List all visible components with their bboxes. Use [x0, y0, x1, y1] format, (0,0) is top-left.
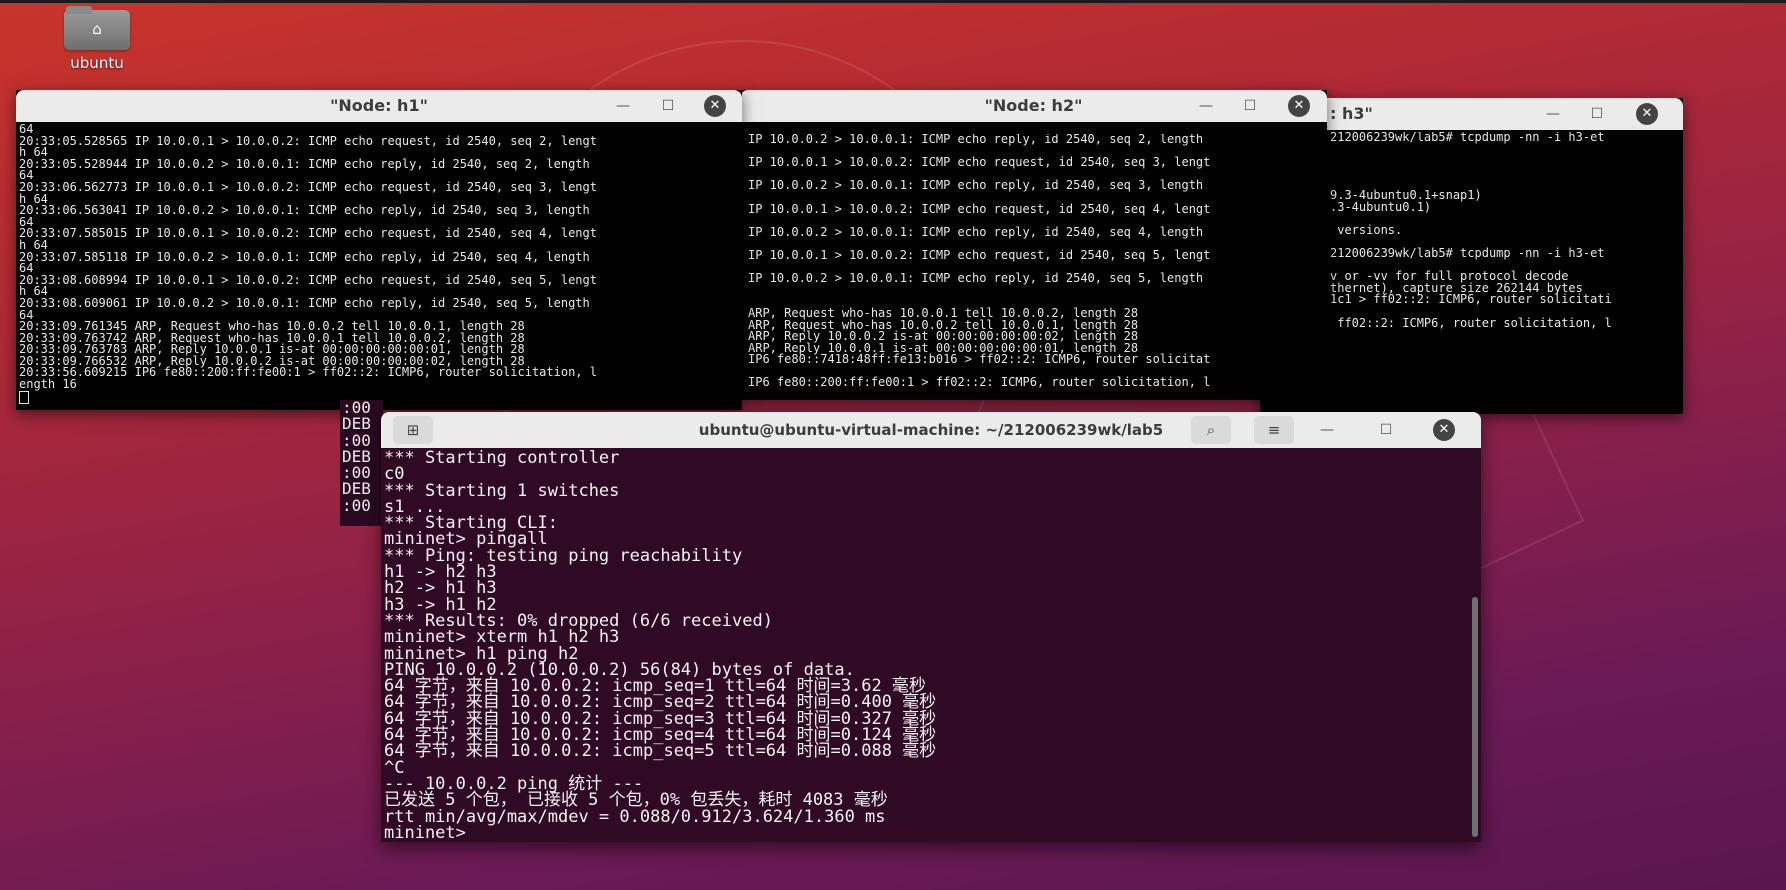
terminal-line: IP 10.0.0.2 > 10.0.0.1: ICMP echo reply,…	[748, 178, 1204, 193]
terminal-line: 20:33:07.585015 IP 10.0.0.1 > 10.0.0.2: …	[19, 226, 597, 241]
terminal-line: rtt min/avg/max/mdev = 0.088/0.912/3.624…	[384, 806, 886, 827]
terminal-line: IP 10.0.0.1 > 10.0.0.2: ICMP echo reques…	[748, 247, 1211, 262]
gnome-terminal-window[interactable]: ⊞ ubuntu@ubuntu-virtual-machine: ~/21200…	[381, 412, 1481, 842]
terminal-line: IP 10.0.0.2 > 10.0.0.1: ICMP echo reply,…	[748, 134, 1204, 146]
minimize-icon[interactable]: —	[612, 96, 634, 116]
desktop-home-label: ubuntu	[70, 54, 124, 72]
terminal-line: h2 -> h1 h3	[384, 578, 497, 599]
terminal-line: *** Starting controller	[384, 450, 620, 468]
close-icon[interactable]: ✕	[1288, 95, 1310, 117]
background-terminal-fragment: :00 DEB:00 DEB:00 DEB:00	[340, 400, 383, 526]
terminal-line: ength 16	[19, 377, 77, 392]
xterm-output-h1[interactable]: 64 20:33:05.528565 IP 10.0.0.1 > 10.0.0.2…	[19, 124, 739, 410]
terminal-line: 20:33:06.563041 IP 10.0.0.2 > 10.0.0.1: …	[19, 203, 590, 218]
maximize-icon[interactable]: ☐	[1239, 96, 1261, 116]
terminal-line: IP 10.0.0.1 > 10.0.0.2: ICMP echo reques…	[748, 155, 1211, 170]
terminal-line: IP6 fe80::200:ff:fe00:1 > ff02::2: ICMP6…	[748, 375, 1211, 390]
maximize-icon[interactable]: ☐	[1375, 420, 1397, 440]
terminal-line: .3-4ubuntu0.1)	[1330, 199, 1432, 214]
terminal-line: versions.	[1330, 222, 1403, 237]
terminal-line: IP 10.0.0.2 > 10.0.0.1: ICMP echo reply,…	[748, 224, 1204, 239]
home-icon: ⌂	[92, 20, 102, 38]
xterm-output-h2[interactable]: IP 10.0.0.2 > 10.0.0.1: ICMP echo reply,…	[748, 134, 1324, 400]
terminal-line: :00	[342, 495, 371, 515]
top-bar	[0, 0, 1786, 3]
terminal-line: mininet>	[384, 822, 477, 842]
xterm-titlebar-h1[interactable]: "Node: h1" — ☐ ✕	[16, 90, 742, 122]
xterm-window-h2[interactable]: "Node: h2" — ☐ ✕ IP 10.0.0.2 > 10.0.0.1:…	[740, 90, 1327, 400]
terminal-line: 1c1 > ff02::2: ICMP6, router solicitati	[1330, 292, 1612, 307]
terminal-line: 212006239wk/lab5# tcpdump -nn -i h3-et	[1330, 245, 1605, 260]
minimize-icon[interactable]: —	[1542, 104, 1564, 124]
maximize-icon[interactable]: ☐	[657, 96, 679, 116]
xterm-window-h1[interactable]: "Node: h1" — ☐ ✕ 64 20:33:05.528565 IP 10…	[16, 90, 742, 410]
terminal-line: IP 10.0.0.1 > 10.0.0.2: ICMP echo reques…	[748, 201, 1211, 216]
minimize-icon[interactable]: —	[1195, 96, 1217, 116]
xterm-output-h3[interactable]: 212006239wk/lab5# tcpdump -nn -i h3-et 9…	[1330, 132, 1680, 414]
terminal-line: 20:33:08.608994 IP 10.0.0.1 > 10.0.0.2: …	[19, 272, 597, 287]
xterm-titlebar-h2[interactable]: "Node: h2" — ☐ ✕	[740, 90, 1327, 122]
window-title: "Node: h2"	[984, 96, 1083, 115]
terminal-titlebar[interactable]: ⊞ ubuntu@ubuntu-virtual-machine: ~/21200…	[381, 412, 1481, 448]
terminal-line: IP6 fe80::7418:48ff:fe13:b016 > ff02::2:…	[748, 352, 1211, 367]
minimize-icon[interactable]: —	[1316, 420, 1338, 440]
terminal-line: 20:33:05.528565 IP 10.0.0.1 > 10.0.0.2: …	[19, 133, 597, 148]
terminal-line: 64 字节，来自 10.0.0.2: icmp_seq=5 ttl=64 时间=…	[384, 741, 937, 762]
terminal-line: h1 -> h2 h3	[384, 562, 497, 583]
maximize-icon[interactable]: ☐	[1586, 104, 1608, 124]
search-button[interactable]: ⌕	[1191, 416, 1231, 444]
folder-icon: ⌂	[64, 6, 130, 50]
terminal-line: *** Ping: testing ping reachability	[384, 545, 743, 566]
menu-button[interactable]: ≡	[1254, 416, 1294, 444]
hamburger-menu-icon: ≡	[1267, 421, 1281, 439]
window-title: "Node: h1"	[330, 96, 428, 115]
terminal-output[interactable]: *** Starting controller c0 *** Starting 1 …	[382, 450, 1469, 842]
search-icon: ⌕	[1206, 421, 1216, 439]
close-icon[interactable]: ✕	[704, 95, 726, 117]
terminal-line: ff02::2: ICMP6, router solicitation, l	[1330, 315, 1612, 330]
close-icon[interactable]: ✕	[1636, 103, 1658, 125]
window-title: : h3"	[1330, 104, 1373, 123]
terminal-line: 20:33:06.562773 IP 10.0.0.1 > 10.0.0.2: …	[19, 179, 597, 194]
desktop-home-folder[interactable]: ⌂ ubuntu	[62, 6, 132, 72]
close-icon[interactable]: ✕	[1433, 419, 1455, 441]
terminal-line: 20:33:08.609061 IP 10.0.0.2 > 10.0.0.1: …	[19, 295, 590, 310]
terminal-scrollbar[interactable]	[1472, 597, 1478, 837]
terminal-line: *** Starting 1 switches	[384, 480, 620, 501]
terminal-line: 212006239wk/lab5# tcpdump -nn -i h3-et	[1330, 132, 1605, 144]
terminal-line: 20:33:05.528944 IP 10.0.0.2 > 10.0.0.1: …	[19, 156, 590, 171]
terminal-line: 20:33:56.609215 IP6 fe80::200:ff:fe00:1 …	[19, 365, 597, 380]
cursor-block	[19, 390, 29, 404]
terminal-line: IP 10.0.0.2 > 10.0.0.1: ICMP echo reply,…	[748, 271, 1204, 286]
terminal-line: 20:33:07.585118 IP 10.0.0.2 > 10.0.0.1: …	[19, 249, 590, 264]
